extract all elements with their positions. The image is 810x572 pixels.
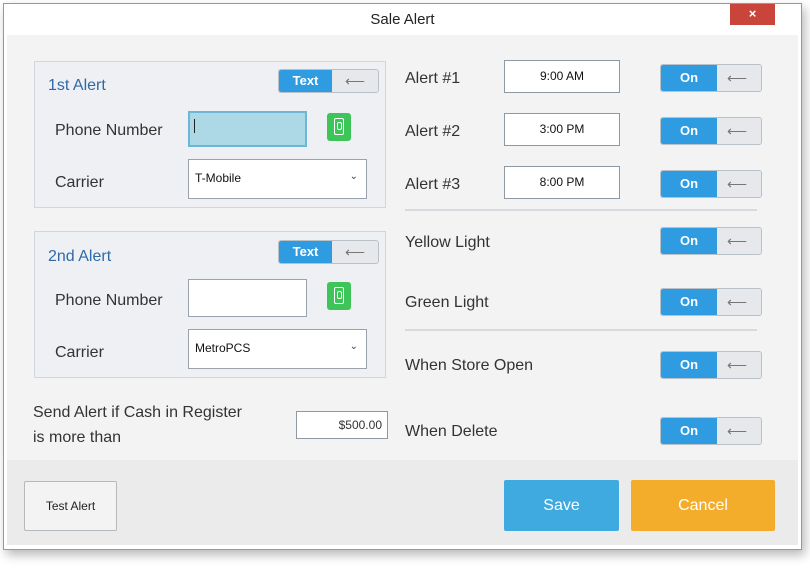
second-alert-text-toggle[interactable]: Text ⟵: [278, 240, 379, 264]
first-alert-panel: 1st Alert Text ⟵ Phone Number Carrier T-…: [34, 61, 386, 208]
second-alert-title: 2nd Alert: [48, 248, 112, 265]
alert-1-toggle[interactable]: On ⟵: [660, 64, 762, 92]
left-arrow-icon: ⟵: [727, 70, 748, 86]
cash-threshold-input[interactable]: $500.00: [296, 411, 388, 439]
alert-2-time-input[interactable]: 3:00 PM: [504, 113, 620, 146]
cash-label-line1: Send Alert if Cash in Register: [33, 404, 242, 421]
left-arrow-icon: ⟵: [345, 244, 366, 260]
alert-2-label: Alert #2: [405, 123, 461, 140]
alert-2-toggle[interactable]: On ⟵: [660, 117, 762, 145]
title-bar: Sale Alert ×: [4, 4, 801, 34]
alert-3-label: Alert #3: [405, 176, 461, 193]
cash-label-line2: is more than: [33, 429, 122, 446]
first-alert-carrier-label: Carrier: [55, 174, 104, 191]
chevron-down-icon: ⌄: [349, 341, 358, 352]
alert-1-label: Alert #1: [405, 70, 461, 87]
toggle-on-label: On: [661, 352, 717, 378]
chevron-down-icon: ⌄: [349, 171, 358, 182]
left-arrow-icon: ⟵: [727, 294, 748, 310]
first-alert-phone-button[interactable]: [327, 113, 351, 141]
green-light-toggle[interactable]: On ⟵: [660, 288, 762, 316]
yellow-light-label: Yellow Light: [405, 234, 490, 251]
second-alert-phone-label: Phone Number: [55, 292, 163, 309]
when-delete-toggle[interactable]: On ⟵: [660, 417, 762, 445]
toggle-text-label: Text: [279, 70, 332, 92]
alert-3-time-input[interactable]: 8:00 PM: [504, 166, 620, 199]
mobile-phone-icon: [334, 118, 344, 135]
green-light-label: Green Light: [405, 294, 489, 311]
first-alert-phone-input[interactable]: [188, 111, 307, 147]
mobile-phone-icon: [334, 287, 344, 304]
toggle-on-label: On: [661, 65, 717, 91]
toggle-on-label: On: [661, 418, 717, 444]
toggle-on-label: On: [661, 228, 717, 254]
yellow-light-toggle[interactable]: On ⟵: [660, 227, 762, 255]
left-arrow-icon: ⟵: [727, 233, 748, 249]
first-alert-text-toggle[interactable]: Text ⟵: [278, 69, 379, 93]
divider: [405, 329, 757, 331]
sale-alert-dialog: Sale Alert × 1st Alert Text ⟵ Phone Numb…: [3, 3, 802, 550]
toggle-on-label: On: [661, 289, 717, 315]
left-arrow-icon: ⟵: [345, 73, 366, 89]
second-alert-panel: 2nd Alert Text ⟵ Phone Number Carrier Me…: [34, 231, 386, 378]
alert-3-toggle[interactable]: On ⟵: [660, 170, 762, 198]
first-alert-phone-label: Phone Number: [55, 122, 163, 139]
cancel-button[interactable]: Cancel: [631, 480, 775, 531]
second-alert-phone-input[interactable]: [188, 279, 307, 317]
dialog-footer: Test Alert Save Cancel: [7, 460, 798, 545]
toggle-on-label: On: [661, 118, 717, 144]
divider: [405, 209, 757, 211]
second-alert-carrier-label: Carrier: [55, 344, 104, 361]
test-alert-button[interactable]: Test Alert: [24, 481, 117, 531]
left-arrow-icon: ⟵: [727, 176, 748, 192]
left-arrow-icon: ⟵: [727, 423, 748, 439]
store-open-label: When Store Open: [405, 357, 534, 374]
window-title: Sale Alert: [370, 11, 435, 28]
alert-1-time-input[interactable]: 9:00 AM: [504, 60, 620, 93]
dialog-body: 1st Alert Text ⟵ Phone Number Carrier T-…: [7, 35, 798, 460]
save-button[interactable]: Save: [504, 480, 619, 531]
second-alert-carrier-select[interactable]: MetroPCS ⌄: [188, 329, 367, 369]
toggle-on-label: On: [661, 171, 717, 197]
second-alert-phone-button[interactable]: [327, 282, 351, 310]
when-delete-label: When Delete: [405, 423, 498, 440]
left-arrow-icon: ⟵: [727, 123, 748, 139]
close-button[interactable]: ×: [730, 4, 775, 25]
close-icon: ×: [748, 6, 757, 21]
left-arrow-icon: ⟵: [727, 357, 748, 373]
first-alert-carrier-select[interactable]: T-Mobile ⌄: [188, 159, 367, 199]
first-alert-title: 1st Alert: [48, 77, 106, 94]
toggle-text-label: Text: [279, 241, 332, 263]
store-open-toggle[interactable]: On ⟵: [660, 351, 762, 379]
carrier-value: T-Mobile: [195, 171, 242, 185]
carrier-value: MetroPCS: [195, 341, 251, 355]
